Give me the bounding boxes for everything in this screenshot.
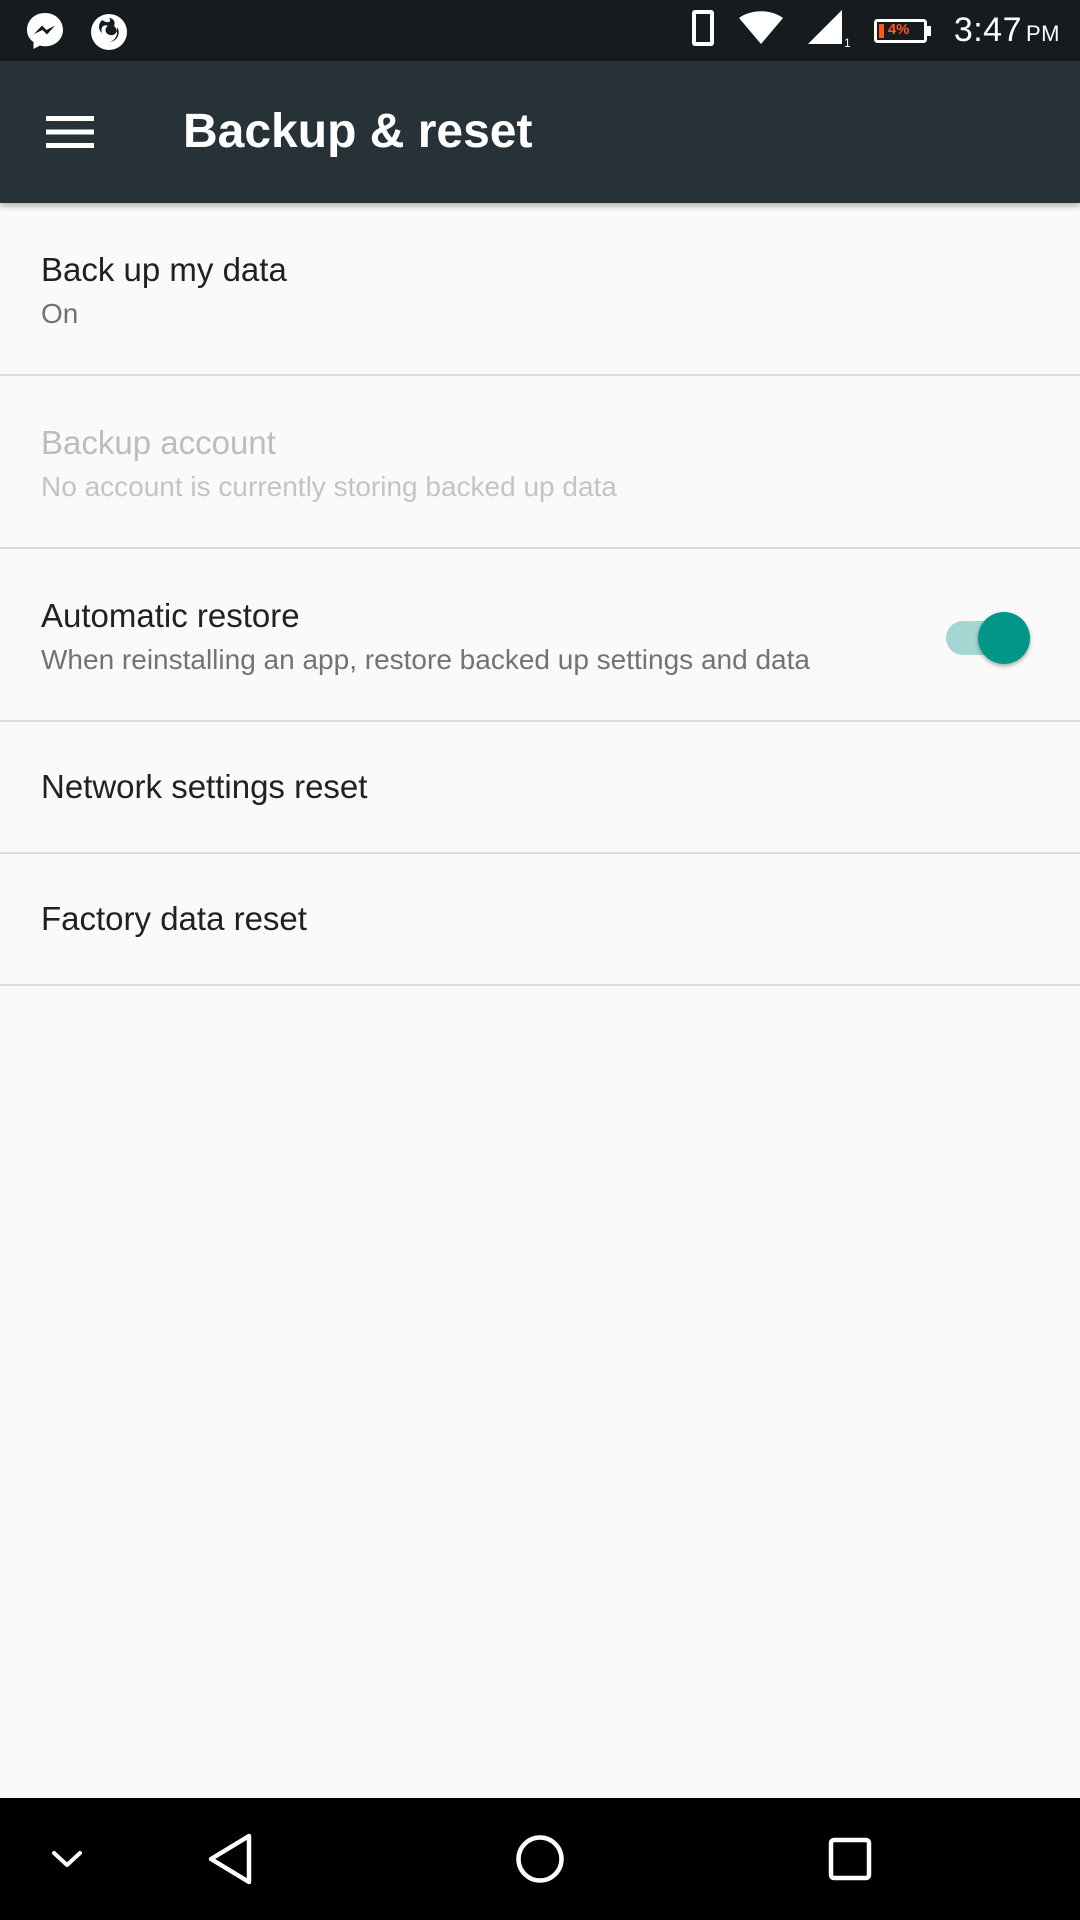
setting-network-settings-reset[interactable]: Network settings reset [0,722,1080,854]
switch-thumb [978,612,1030,664]
messenger-icon [24,10,66,57]
back-icon [208,1833,252,1885]
setting-title: Backup account [41,424,276,461]
automatic-restore-switch[interactable] [946,612,1030,664]
setting-summary: No account is currently storing backed u… [41,471,617,502]
screen: 1 4% 3:47 PM Backup & reset Back up my d… [0,0,1080,1920]
home-button[interactable] [500,1819,580,1899]
svg-text:1: 1 [844,36,851,48]
back-button[interactable] [190,1819,270,1899]
setting-title: Back up my data [41,251,287,288]
clock-ampm: PM [1026,21,1060,46]
setting-backup-account: Backup account No account is currently s… [0,376,1080,549]
setting-summary: When reinstalling an app, restore backed… [41,644,810,675]
battery-percent: 4% [887,20,910,38]
setting-summary: On [41,298,79,329]
setting-factory-data-reset[interactable]: Factory data reset [0,854,1080,986]
status-bar: 1 4% 3:47 PM [0,0,1080,61]
settings-list: Back up my data On Backup account No acc… [0,203,1080,986]
toolbar: Backup & reset [0,61,1080,203]
battery-icon: 4% [873,17,932,45]
setting-automatic-restore[interactable]: Automatic restore When reinstalling an a… [0,549,1080,722]
device-icon [690,8,716,53]
setting-title: Network settings reset [41,768,368,805]
recents-icon [828,1837,872,1881]
setting-title: Factory data reset [41,900,307,937]
notification-icons [24,10,130,57]
navigation-bar [0,1798,1080,1920]
setting-back-up-my-data[interactable]: Back up my data On [0,203,1080,376]
clock-time: 3:47 [953,11,1022,49]
home-icon [516,1835,564,1883]
clock: 3:47 PM [954,11,1060,50]
page-title: Backup & reset [183,105,533,158]
chevron-down-icon [52,1851,82,1867]
firefox-icon [88,10,130,57]
setting-title: Automatic restore [41,597,300,634]
recents-button[interactable] [810,1819,890,1899]
hamburger-menu-icon [46,116,94,148]
system-status-icons: 1 4% 3:47 PM [690,0,1060,61]
cellular-signal-icon: 1 [806,8,852,53]
navigation-drawer-button[interactable] [30,92,110,172]
hide-keyboard-button[interactable] [27,1819,107,1899]
wifi-icon [738,10,784,51]
